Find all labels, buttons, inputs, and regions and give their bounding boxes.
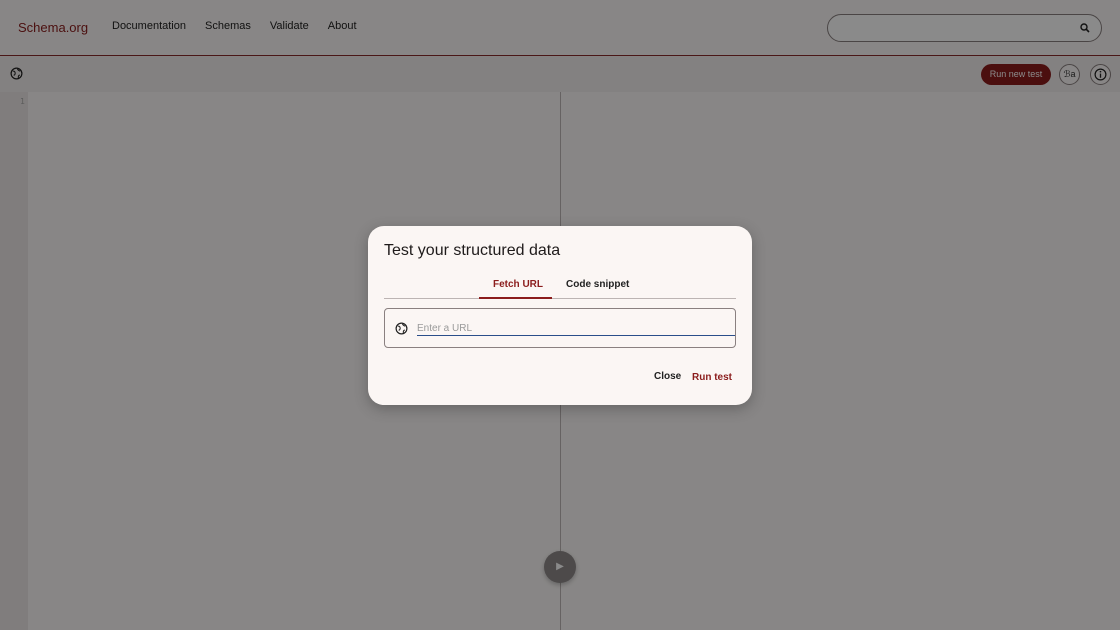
test-dialog: Test your structured data Fetch URL Code… [368,226,752,405]
dialog-tabs: Fetch URL Code snippet [384,274,736,299]
run-test-button[interactable]: Run test [692,372,732,383]
close-button[interactable]: Close [654,371,681,382]
tab-fetch-url[interactable]: Fetch URL [493,279,543,290]
tab-code-snippet[interactable]: Code snippet [566,279,629,290]
url-field[interactable] [384,308,736,348]
url-input[interactable] [417,319,735,336]
dialog-title: Test your structured data [384,242,561,259]
globe-icon [395,322,408,335]
active-tab-indicator [479,297,552,299]
